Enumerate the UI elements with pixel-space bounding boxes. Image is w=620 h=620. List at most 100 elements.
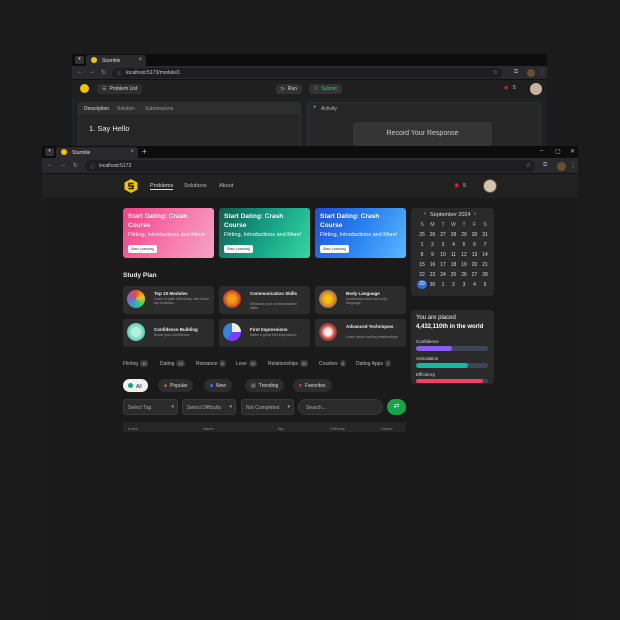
extensions-icon[interactable]: ⧉ <box>514 69 518 76</box>
tab-solution[interactable]: Solution <box>117 106 135 112</box>
avatar[interactable] <box>483 179 497 193</box>
study-card-first-impressions[interactable]: First Impressions Make a great first imp… <box>219 319 310 347</box>
study-card-confidence[interactable]: Confidence Building Boost your confidenc… <box>123 319 214 347</box>
calendar-day[interactable]: 7 <box>480 242 490 248</box>
calendar-day[interactable]: 29 <box>459 232 469 238</box>
topic-flirting[interactable]: Flirting 10 <box>123 360 149 367</box>
bookmark-star-icon[interactable]: ☆ <box>526 162 531 169</box>
close-window-icon[interactable]: ✕ <box>570 148 575 155</box>
calendar-day[interactable]: 19 <box>459 262 469 268</box>
calendar-day[interactable]: 29 <box>417 280 427 289</box>
study-card-body-language[interactable]: Body Language Understand and use body la… <box>315 286 406 314</box>
calendar-day[interactable]: 31 <box>480 232 490 238</box>
calendar-day[interactable]: 30 <box>428 282 438 288</box>
study-card-top-10[interactable]: Top 10 Modules Learn to date effectively… <box>123 286 214 314</box>
search-input[interactable]: Search... <box>298 399 383 415</box>
calendar-day[interactable]: 30 <box>470 232 480 238</box>
select-status[interactable]: Not Completed ▾ <box>241 399 294 415</box>
calendar-day[interactable]: 23 <box>428 272 438 278</box>
start-learning-button[interactable]: Start Learning <box>128 245 157 253</box>
calendar-day[interactable]: 3 <box>438 242 448 248</box>
calendar-day[interactable]: 18 <box>449 262 459 268</box>
column-status[interactable]: Status <box>381 426 392 431</box>
calendar-day[interactable]: 25 <box>417 232 427 238</box>
url-field[interactable]: ⓘ localhost:5173/module/1 ☆ <box>112 68 502 78</box>
calendar-day[interactable]: 14 <box>480 252 490 258</box>
prev-month-icon[interactable]: ‹ <box>424 211 426 217</box>
calendar-day[interactable]: 4 <box>449 242 459 248</box>
reload-icon[interactable]: ↻ <box>73 162 78 169</box>
calendar-day[interactable]: 8 <box>417 252 427 258</box>
calendar-day[interactable]: 9 <box>428 252 438 258</box>
calendar-day[interactable]: 10 <box>438 252 448 258</box>
logo-icon[interactable] <box>124 179 138 193</box>
minimize-icon[interactable]: – <box>540 148 543 154</box>
calendar-day[interactable]: 4 <box>470 282 480 288</box>
next-month-icon[interactable]: › <box>474 211 476 217</box>
calendar-day[interactable]: 26 <box>428 232 438 238</box>
filter-all[interactable]: All <box>123 379 148 392</box>
calendar-day[interactable]: 2 <box>428 242 438 248</box>
calendar-day[interactable]: 26 <box>459 272 469 278</box>
tab-search-icon[interactable]: ▾ <box>75 56 84 64</box>
maximize-icon[interactable]: ▢ <box>555 148 561 155</box>
topic-relationships[interactable]: Relationships 20 <box>268 360 309 367</box>
nav-problems[interactable]: Problems <box>150 183 174 190</box>
banner-card-3[interactable]: Start Dating: Crash Course Flirting, Int… <box>315 208 406 258</box>
start-learning-button[interactable]: Start Learning <box>320 245 349 253</box>
column-name[interactable]: Name <box>203 426 214 431</box>
back-icon[interactable]: ← <box>47 162 53 168</box>
calendar-day[interactable]: 17 <box>438 262 448 268</box>
browser-tab[interactable]: Stumble × <box>56 147 138 158</box>
back-icon[interactable]: ← <box>77 69 83 75</box>
calendar-day[interactable]: 21 <box>480 262 490 268</box>
problem-list-button[interactable]: ☰ Problem List <box>97 84 143 94</box>
submit-button[interactable]: ⇪ Submit <box>309 84 342 94</box>
profile-icon[interactable] <box>527 69 535 77</box>
nav-about[interactable]: About <box>219 183 233 189</box>
calendar-day[interactable]: 15 <box>417 262 427 268</box>
study-card-communication[interactable]: Communication Skills Enhance your commun… <box>219 286 310 314</box>
calendar-day[interactable]: 1 <box>438 282 448 288</box>
calendar-day[interactable]: 1 <box>417 242 427 248</box>
calendar-day[interactable]: 6 <box>470 242 480 248</box>
bookmark-star-icon[interactable]: ☆ <box>493 69 498 76</box>
calendar-day[interactable]: 3 <box>459 282 469 288</box>
select-tag[interactable]: Select Tag ▾ <box>123 399 178 415</box>
banner-card-1[interactable]: Start Dating: Crash Course Flirting, Int… <box>123 208 214 258</box>
extensions-icon[interactable]: ⧉ <box>543 162 547 169</box>
calendar-day[interactable]: 2 <box>449 282 459 288</box>
tab-search-icon[interactable]: ▾ <box>45 148 54 156</box>
calendar-day[interactable]: 24 <box>438 272 448 278</box>
record-response-button[interactable]: Record Your Response <box>353 122 492 146</box>
new-tab-icon[interactable]: + <box>142 147 147 156</box>
study-card-advanced[interactable]: Advanced Techniques Learn about lasting … <box>315 319 406 347</box>
topic-dating-apps[interactable]: Dating Apps 7 <box>356 360 392 367</box>
menu-icon[interactable]: ⋮ <box>570 162 576 169</box>
reload-icon[interactable]: ↻ <box>101 69 106 76</box>
calendar-day[interactable]: 5 <box>480 282 490 288</box>
calendar-day[interactable]: 12 <box>459 252 469 258</box>
menu-icon[interactable]: ⋮ <box>539 69 545 76</box>
calendar-day[interactable]: 28 <box>449 232 459 238</box>
calendar-day[interactable]: 27 <box>438 232 448 238</box>
forward-icon[interactable]: → <box>89 69 95 75</box>
browser-tab[interactable]: Stumble × <box>86 55 146 66</box>
close-tab-icon[interactable]: × <box>130 149 134 155</box>
url-field[interactable]: ⓘ localhost:5173 ☆ <box>85 160 535 172</box>
topic-dating[interactable]: Dating 15 <box>160 360 185 367</box>
start-learning-button[interactable]: Start Learning <box>224 245 253 253</box>
banner-card-2[interactable]: Start Dating: Crash Course Flirting, Int… <box>219 208 310 258</box>
tab-description[interactable]: Description <box>84 106 109 112</box>
filter-popular[interactable]: ● Popular <box>158 379 194 392</box>
calendar-day[interactable]: 20 <box>470 262 480 268</box>
run-button[interactable]: ▷ Run <box>276 84 303 94</box>
calendar-day[interactable]: 25 <box>449 272 459 278</box>
filter-trending[interactable]: ▤ Trending <box>245 379 285 392</box>
calendar-day[interactable]: 11 <box>449 252 459 258</box>
calendar-day[interactable]: 28 <box>480 272 490 278</box>
profile-icon[interactable] <box>557 162 566 171</box>
topic-crushes[interactable]: Crushes 5 <box>319 360 346 367</box>
topic-love[interactable]: Love 12 <box>236 360 258 367</box>
calendar-day[interactable]: 27 <box>470 272 480 278</box>
